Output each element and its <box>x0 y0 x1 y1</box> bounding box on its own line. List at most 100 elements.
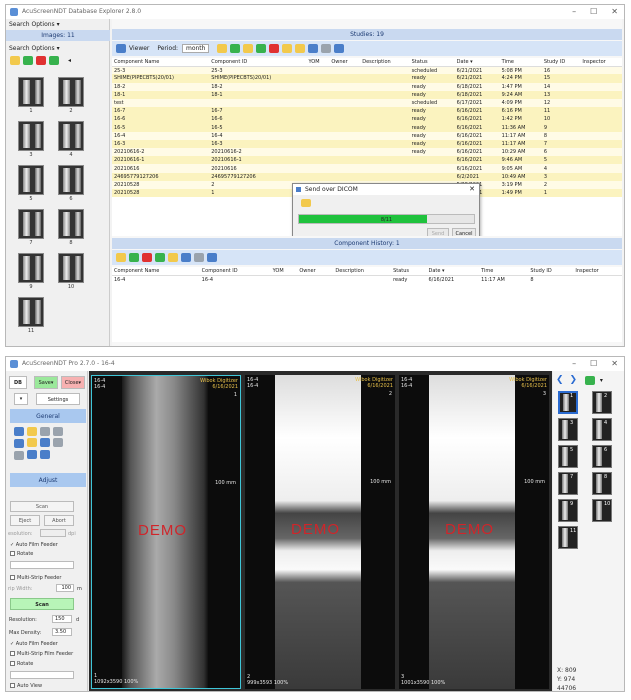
column-header[interactable]: Component Name <box>112 58 210 67</box>
table-row[interactable]: 16-7 16-7 ready 6/16/2021 6:16 PM 11 <box>112 107 622 116</box>
layout-icon[interactable] <box>14 439 24 448</box>
film-thumbnail[interactable] <box>592 418 612 441</box>
scan-button[interactable]: Scan <box>10 598 74 610</box>
column-header[interactable]: Inspector <box>573 267 622 276</box>
minimize-icon[interactable]: – <box>572 359 576 368</box>
info-icon[interactable] <box>308 44 319 53</box>
close-icon[interactable]: ✕ <box>611 7 618 16</box>
maximize-icon[interactable]: ☐ <box>590 359 597 368</box>
brush-icon[interactable] <box>40 437 50 447</box>
table-row[interactable]: 20210616-1 20210616-1 6/16/2021 9:46 AM 5 <box>112 156 622 165</box>
column-header[interactable]: Date ▾ <box>454 58 500 67</box>
strip-width-input[interactable]: 100 <box>56 584 74 592</box>
column-header[interactable]: Component Name <box>112 267 200 276</box>
image-thumbnail[interactable] <box>58 253 84 283</box>
image-thumbnail[interactable] <box>18 165 44 195</box>
folder-icon[interactable] <box>217 44 228 53</box>
image-thumbnail[interactable] <box>58 165 84 195</box>
abort-button[interactable]: Abort <box>44 515 74 526</box>
column-header[interactable]: Status <box>409 58 455 67</box>
export-icon[interactable] <box>155 253 165 262</box>
maximize-icon[interactable]: ☐ <box>590 7 597 16</box>
column-header[interactable]: Date ▾ <box>426 267 480 276</box>
export-icon[interactable] <box>282 44 293 53</box>
film-panel[interactable]: 16-4 16-4 Wibok Digitizer 6/16/2021 3 100 m… <box>399 375 549 689</box>
general-section[interactable]: General <box>10 409 86 423</box>
bulb-icon[interactable] <box>27 437 37 447</box>
search-options-link[interactable]: Search Options ▾ <box>9 21 60 28</box>
table-row[interactable]: 25-3 25-3 scheduled 6/21/2021 5:08 PM 16 <box>112 66 622 75</box>
prev-icon[interactable]: ❮ <box>556 375 564 385</box>
cloud-icon[interactable] <box>194 253 204 262</box>
column-header[interactable]: Description <box>360 58 410 67</box>
image-thumbnail[interactable] <box>18 253 44 283</box>
rotate-input-2[interactable] <box>10 671 74 679</box>
export-icon[interactable] <box>49 56 59 65</box>
column-header[interactable]: Owner <box>297 267 334 276</box>
flag-icon[interactable] <box>40 449 50 459</box>
column-header[interactable]: Inspector <box>580 58 622 67</box>
table-row[interactable]: 16-4 16-4 ready 6/16/2021 11:17 AM 8 <box>112 275 622 283</box>
rotate-check-2[interactable]: Rotate <box>10 661 33 667</box>
multi-strip-film-check[interactable]: Multi-Strip Film Feeder <box>10 651 73 657</box>
expand-icon[interactable]: ▾ <box>600 377 603 384</box>
table-row[interactable]: test scheduled 6/17/2021 4:09 PM 12 <box>112 98 622 108</box>
edit-icon[interactable] <box>23 56 33 65</box>
film-thumbnail[interactable] <box>592 445 612 468</box>
film-thumbnail[interactable] <box>592 472 612 495</box>
pencil-icon[interactable] <box>27 449 37 459</box>
max-density-select[interactable]: 3.50 <box>52 628 72 636</box>
folder-icon[interactable] <box>10 56 20 65</box>
add-icon[interactable] <box>230 44 241 53</box>
film-thumbnail[interactable] <box>558 472 578 495</box>
edit-icon[interactable] <box>129 253 139 262</box>
menu-button[interactable]: ▾ <box>14 393 28 405</box>
image-thumbnail[interactable] <box>18 77 44 107</box>
edit-icon[interactable] <box>256 44 267 53</box>
import-icon[interactable] <box>295 44 306 53</box>
info-icon[interactable] <box>181 253 191 262</box>
close-icon[interactable]: ✕ <box>611 359 618 368</box>
measure-icon[interactable] <box>53 437 63 447</box>
image-thumbnail[interactable] <box>58 209 84 239</box>
column-header[interactable]: Owner <box>329 58 361 67</box>
film-thumbnail[interactable] <box>558 391 578 414</box>
open-icon[interactable] <box>243 44 254 53</box>
column-header[interactable]: Time <box>479 267 529 276</box>
db-button[interactable]: DB <box>9 376 27 389</box>
resolution-input-disabled[interactable] <box>40 529 66 537</box>
image-thumbnail[interactable] <box>58 77 84 107</box>
table-row[interactable]: 20210616-2 20210616-2 ready 6/16/2021 10:29 … <box>112 148 622 157</box>
settings-button[interactable]: Settings <box>36 393 80 405</box>
column-header[interactable]: YOM <box>306 58 330 67</box>
film-thumbnail[interactable] <box>558 445 578 468</box>
film-thumbnail[interactable] <box>558 499 578 522</box>
collapse-icon[interactable]: ◂ <box>68 57 71 64</box>
table-row[interactable]: 20210616 20210616 6/16/2021 9:05 AM 4 <box>112 164 622 173</box>
delete-icon[interactable] <box>269 44 280 53</box>
film-thumbnail[interactable] <box>592 391 612 414</box>
period-select[interactable]: month <box>181 44 210 53</box>
scan-preview-button[interactable]: Scan <box>10 501 74 512</box>
hand-icon[interactable] <box>53 427 63 436</box>
column-header[interactable]: Study ID <box>541 58 581 67</box>
column-header[interactable]: Component ID <box>209 58 307 67</box>
image-thumbnail[interactable] <box>18 297 44 327</box>
column-header[interactable]: Status <box>391 267 427 276</box>
column-header[interactable]: Study ID <box>528 267 574 276</box>
minimize-icon[interactable]: – <box>572 7 576 16</box>
table-row[interactable]: 18-2 18-2 ready 6/18/2021 1:47 PM 14 <box>112 82 622 91</box>
table-row[interactable]: 16-6 16-6 ready 6/16/2021 1:42 PM 10 <box>112 115 622 124</box>
save-button[interactable]: Save▾ <box>34 376 58 389</box>
viewer-button[interactable]: Viewer <box>129 45 149 52</box>
resolution-select[interactable]: 150 <box>52 615 72 623</box>
image-thumbnail[interactable] <box>18 209 44 239</box>
table-row[interactable]: 18-1 18-1 ready 6/18/2021 9:24 AM 13 <box>112 90 622 99</box>
eject-button[interactable]: Eject <box>10 515 40 526</box>
table-row[interactable]: 24695779127206 24695779127206 6/2/2021 10:4… <box>112 172 622 181</box>
column-header[interactable]: YOM <box>270 267 298 276</box>
zoom-icon[interactable] <box>40 427 50 436</box>
import-icon[interactable] <box>168 253 178 262</box>
table-row[interactable]: 16-4 16-4 ready 6/16/2021 11:17 AM 8 <box>112 131 622 140</box>
delete-icon[interactable] <box>36 56 46 65</box>
